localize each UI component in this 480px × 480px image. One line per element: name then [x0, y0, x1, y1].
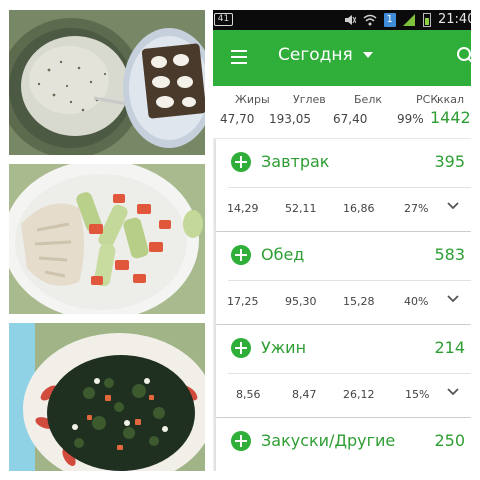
add-food-icon[interactable] — [231, 431, 251, 451]
meal-stats: 8,56 8,47 26,12 15% — [216, 373, 471, 417]
food-photo-chicken-and-salad — [9, 164, 205, 314]
meal-stat-carbs: 8,47 — [292, 388, 317, 401]
summary-value-fat: 47,70 — [220, 112, 255, 126]
chicken-and-salad-illustration — [9, 164, 205, 314]
wifi-icon — [363, 13, 377, 30]
date-selector[interactable]: Сегодня — [278, 45, 373, 65]
phone-screenshot: 41 1 21:40 Сегодня Жиры Углев Бел — [213, 10, 471, 471]
meal-name: Завтрак — [261, 152, 330, 171]
mute-icon — [344, 13, 357, 30]
meal-card-snacks: Закуски/Другие 250 — [216, 418, 471, 471]
summary-value-rdi: 99% — [397, 112, 424, 126]
meal-stat-protein: 16,86 — [343, 202, 375, 215]
battery-icon — [423, 13, 432, 27]
meal-stat-carbs: 95,30 — [285, 295, 317, 308]
app-bar: Сегодня — [213, 30, 471, 86]
green-soup-illustration — [9, 323, 205, 471]
daily-summary: Жиры Углев Белк РСК ккал 47,70 193,05 67… — [213, 86, 471, 138]
meal-stat-rdi: 40% — [404, 295, 429, 308]
meal-header[interactable]: Завтрак 395 — [216, 139, 471, 187]
meal-name: Обед — [261, 245, 305, 264]
hamburger-menu-icon[interactable] — [231, 50, 247, 64]
search-icon[interactable] — [456, 46, 471, 66]
meal-stat-fat: 8,56 — [236, 388, 261, 401]
summary-label-carbs: Углев — [293, 93, 326, 106]
meal-name: Ужин — [261, 338, 307, 357]
meal-stat-fat: 14,29 — [227, 202, 259, 215]
chevron-down-icon[interactable] — [446, 199, 460, 213]
add-food-icon[interactable] — [231, 152, 251, 172]
soup-and-toast-illustration — [9, 10, 205, 155]
date-title-label: Сегодня — [278, 45, 353, 65]
meal-header[interactable]: Закуски/Другие 250 — [216, 418, 471, 466]
meal-stat-protein: 26,12 — [343, 388, 375, 401]
status-bar: 41 1 21:40 — [213, 10, 471, 30]
sim-indicator-badge: 1 — [383, 13, 396, 27]
summary-value-kcal: 1442 — [430, 108, 471, 127]
meal-kcal: 583 — [434, 245, 465, 264]
summary-value-protein: 67,40 — [333, 112, 368, 126]
status-icons: 1 — [344, 13, 434, 27]
meal-kcal: 395 — [434, 152, 465, 171]
dropdown-caret-icon — [362, 52, 373, 58]
meal-card-lunch: Обед 583 17,25 95,30 15,28 40% — [216, 232, 471, 324]
meal-stat-carbs: 52,11 — [285, 202, 317, 215]
meal-kcal: 214 — [434, 338, 465, 357]
notification-count-badge: 41 — [214, 13, 233, 26]
meal-name: Закуски/Другие — [261, 431, 396, 450]
clock: 21:40 — [438, 12, 471, 27]
meal-kcal: 250 — [434, 431, 465, 450]
meal-stats: 17,25 95,30 15,28 40% — [216, 280, 471, 324]
add-food-icon[interactable] — [231, 245, 251, 265]
meal-stats: 14,29 52,11 16,86 27% — [216, 187, 471, 231]
food-photo-soup-and-toast — [9, 10, 205, 155]
food-photo-green-soup — [9, 323, 205, 471]
summary-label-kcal: ккал — [437, 93, 465, 106]
summary-label-rdi: РСК — [416, 93, 439, 106]
signal-icon — [402, 13, 416, 30]
meal-stat-rdi: 27% — [404, 202, 429, 215]
meal-card-dinner: Ужин 214 8,56 8,47 26,12 15% — [216, 325, 471, 417]
meal-stat-protein: 15,28 — [343, 295, 375, 308]
chevron-down-icon[interactable] — [446, 385, 460, 399]
summary-label-fat: Жиры — [235, 93, 270, 106]
meal-card-breakfast: Завтрак 395 14,29 52,11 16,86 27% — [216, 139, 471, 231]
summary-label-protein: Белк — [354, 93, 382, 106]
summary-value-carbs: 193,05 — [269, 112, 311, 126]
chevron-down-icon[interactable] — [446, 292, 460, 306]
meal-stat-rdi: 15% — [405, 388, 430, 401]
add-food-icon[interactable] — [231, 338, 251, 358]
meal-header[interactable]: Ужин 214 — [216, 325, 471, 373]
meal-stat-fat: 17,25 — [227, 295, 259, 308]
meal-header[interactable]: Обед 583 — [216, 232, 471, 280]
